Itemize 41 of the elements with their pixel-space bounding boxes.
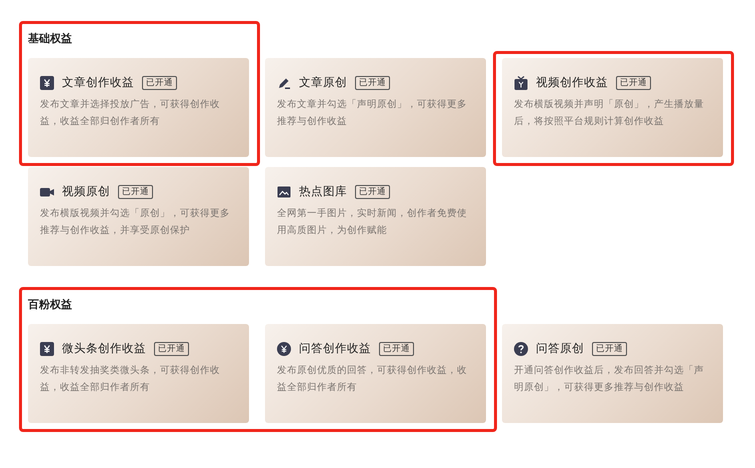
benefit-card[interactable]: 视频创作收益 已开通 发布横版视频并声明「原创」，产生播放量后，将按照平台规则计算创作收益 <box>502 58 723 157</box>
pencil-icon <box>277 76 291 90</box>
status-badge: 已开通 <box>118 184 153 198</box>
card-title: 问答原创 <box>536 341 584 356</box>
benefit-card[interactable]: 微头条创作收益 已开通 发布非转发抽奖类微头条，可获得创作收益，收益全部归作者所有 <box>28 324 249 423</box>
status-badge: 已开通 <box>142 76 177 90</box>
card-title: 微头条创作收益 <box>62 341 146 356</box>
card-description: 发布非转发抽奖类微头条，可获得创作收益，收益全部归作者所有 <box>40 364 221 395</box>
card-description: 发布横版视频并勾选「原创」，可获得更多推荐与创作收益，并享受原创保护 <box>40 207 231 238</box>
coin-icon <box>277 342 291 356</box>
card-title: 文章创作收益 <box>62 75 134 90</box>
card-title: 视频创作收益 <box>536 75 608 90</box>
status-badge: 已开通 <box>154 342 189 356</box>
status-badge: 已开通 <box>355 184 390 198</box>
benefit-card[interactable]: 问答创作收益 已开通 发布原创优质的回答，可获得创作收益，收益全部归作者所有 <box>265 324 486 423</box>
status-badge: 已开通 <box>379 342 414 356</box>
status-badge: 已开通 <box>355 76 390 90</box>
section-title: 百粉权益 <box>28 296 73 312</box>
card-title: 文章原创 <box>299 75 347 90</box>
card-description: 全网第一手图片，实时新闻，创作者免费使用高质图片，为创作赋能 <box>277 207 468 238</box>
card-description: 开通问答创作收益后，发布回答并勾选「声明原创」，可获得更多推荐与创作收益 <box>514 364 705 395</box>
card-title: 问答创作收益 <box>299 341 371 356</box>
benefit-card[interactable]: 问答原创 已开通 开通问答创作收益后，发布回答并勾选「声明原创」，可获得更多推荐与创作收益 <box>502 324 723 423</box>
benefit-card[interactable]: 文章原创 已开通 发布文章并勾选「声明原创」，可获得更多推荐与创作收益 <box>265 58 486 157</box>
yen-icon <box>40 342 54 356</box>
status-badge: 已开通 <box>616 76 651 90</box>
status-badge: 已开通 <box>592 342 627 356</box>
yen-icon <box>40 76 54 90</box>
benefit-card[interactable]: 文章创作收益 已开通 发布文章并选择投放广告，可获得创作收益，收益全部归创作者所有 <box>28 58 249 157</box>
benefit-card[interactable]: 热点图库 已开通 全网第一手图片，实时新闻，创作者免费使用高质图片，为创作赋能 <box>265 167 486 266</box>
image-icon <box>277 184 291 198</box>
benefit-card[interactable]: 视频原创 已开通 发布横版视频并勾选「原创」，可获得更多推荐与创作收益，并享受原创保护 <box>28 167 249 266</box>
card-description: 发布文章并选择投放广告，可获得创作收益，收益全部归创作者所有 <box>40 98 221 129</box>
card-description: 发布横版视频并声明「原创」，产生播放量后，将按照平台规则计算创作收益 <box>514 98 705 129</box>
card-title: 视频原创 <box>62 184 110 199</box>
help-icon <box>514 342 528 356</box>
section-title: 基础权益 <box>28 30 73 46</box>
card-description: 发布文章并勾选「声明原创」，可获得更多推荐与创作收益 <box>277 98 468 129</box>
card-title: 热点图库 <box>299 184 347 199</box>
tv-icon <box>514 76 528 90</box>
card-description: 发布原创优质的回答，可获得创作收益，收益全部归作者所有 <box>277 364 468 395</box>
